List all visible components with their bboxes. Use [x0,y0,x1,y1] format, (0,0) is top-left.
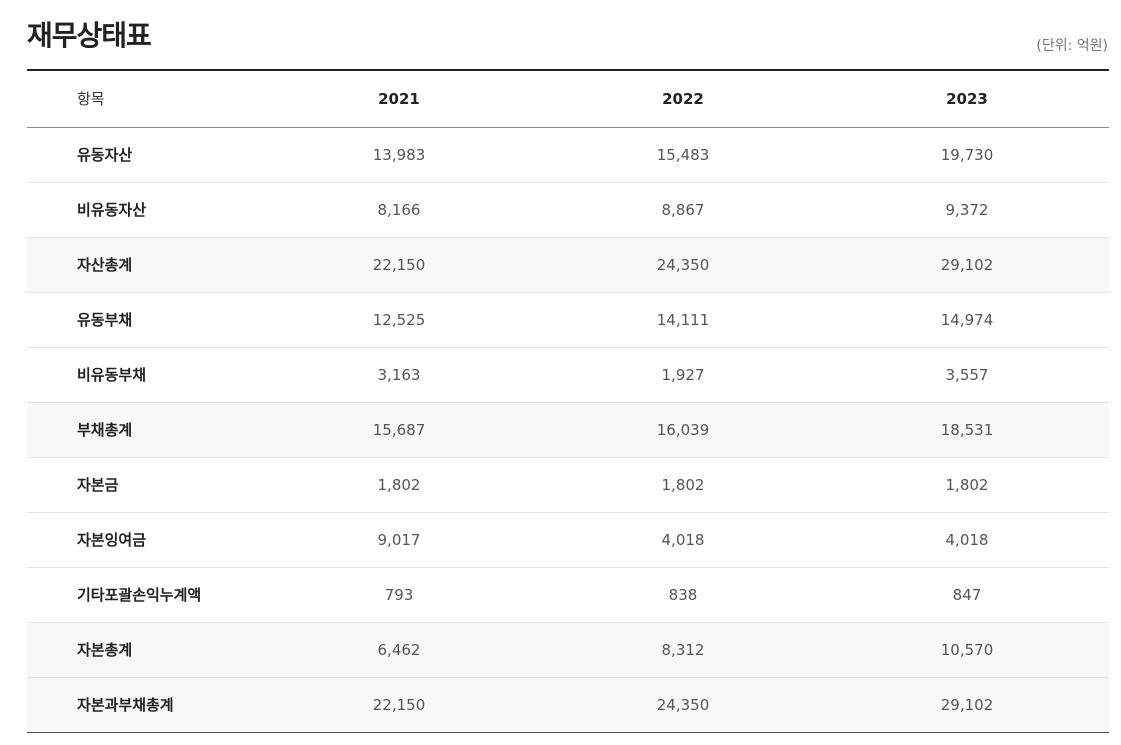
header-year-2023: 2023 [825,70,1109,128]
row-value: 3,557 [825,347,1109,403]
row-value: 9,017 [257,512,541,568]
row-value: 4,018 [825,512,1109,568]
row-value: 8,166 [257,182,541,238]
unit-label: (단위: 억원) [1036,38,1108,54]
row-value: 18,531 [825,402,1109,458]
table-row: 자산총계 22,150 24,350 29,102 [27,237,1109,293]
page-title: 재무상태표 [27,19,152,52]
row-value: 1,802 [257,457,541,513]
row-value: 12,525 [257,292,541,348]
table-row: 기타포괄손익누계액 793 838 847 [27,567,1109,623]
table-row: 부채총계 15,687 16,039 18,531 [27,402,1109,458]
row-label: 자산총계 [27,237,257,293]
row-label: 비유동부채 [27,347,257,403]
table-row: 유동자산 13,983 15,483 19,730 [27,127,1109,183]
row-value: 24,350 [541,677,825,733]
row-label: 유동부채 [27,292,257,348]
balance-sheet-table: 항목 2021 2022 2023 유동자산 13,983 15,483 19,730… [27,69,1109,733]
table-header: 항목 2021 2022 2023 [27,70,1109,128]
row-value: 6,462 [257,622,541,678]
row-label: 비유동자산 [27,182,257,238]
row-value: 3,163 [257,347,541,403]
table-row: 비유동부채 3,163 1,927 3,557 [27,347,1109,403]
row-label: 자본잉여금 [27,512,257,568]
row-value: 14,111 [541,292,825,348]
table-row: 자본잉여금 9,017 4,018 4,018 [27,512,1109,568]
row-value: 4,018 [541,512,825,568]
row-value: 1,927 [541,347,825,403]
table-row: 유동부채 12,525 14,111 14,974 [27,292,1109,348]
row-value: 1,802 [825,457,1109,513]
row-value: 9,372 [825,182,1109,238]
row-value: 8,867 [541,182,825,238]
header-row: 항목 2021 2022 2023 [27,70,1109,128]
row-label: 자본금 [27,457,257,513]
table-row: 비유동자산 8,166 8,867 9,372 [27,182,1109,238]
row-value: 838 [541,567,825,623]
header-year-2022: 2022 [541,70,825,128]
table-row: 자본금 1,802 1,802 1,802 [27,457,1109,513]
row-value: 8,312 [541,622,825,678]
row-value: 24,350 [541,237,825,293]
row-label: 자본총계 [27,622,257,678]
row-value: 22,150 [257,677,541,733]
row-label: 유동자산 [27,127,257,183]
row-value: 10,570 [825,622,1109,678]
row-label: 자본과부채총계 [27,677,257,733]
row-value: 29,102 [825,677,1109,733]
row-value: 847 [825,567,1109,623]
row-label: 기타포괄손익누계액 [27,567,257,623]
header-year-2021: 2021 [257,70,541,128]
row-value: 29,102 [825,237,1109,293]
row-value: 13,983 [257,127,541,183]
table-row: 자본총계 6,462 8,312 10,570 [27,622,1109,678]
row-value: 22,150 [257,237,541,293]
row-label: 부채총계 [27,402,257,458]
row-value: 16,039 [541,402,825,458]
table-row: 자본과부채총계 22,150 24,350 29,102 [27,677,1109,733]
row-value: 15,687 [257,402,541,458]
table-body: 유동자산 13,983 15,483 19,730 비유동자산 8,166 8,867 9,3… [27,127,1109,733]
row-value: 19,730 [825,127,1109,183]
row-value: 793 [257,567,541,623]
header-item: 항목 [27,70,257,128]
row-value: 14,974 [825,292,1109,348]
row-value: 1,802 [541,457,825,513]
row-value: 15,483 [541,127,825,183]
